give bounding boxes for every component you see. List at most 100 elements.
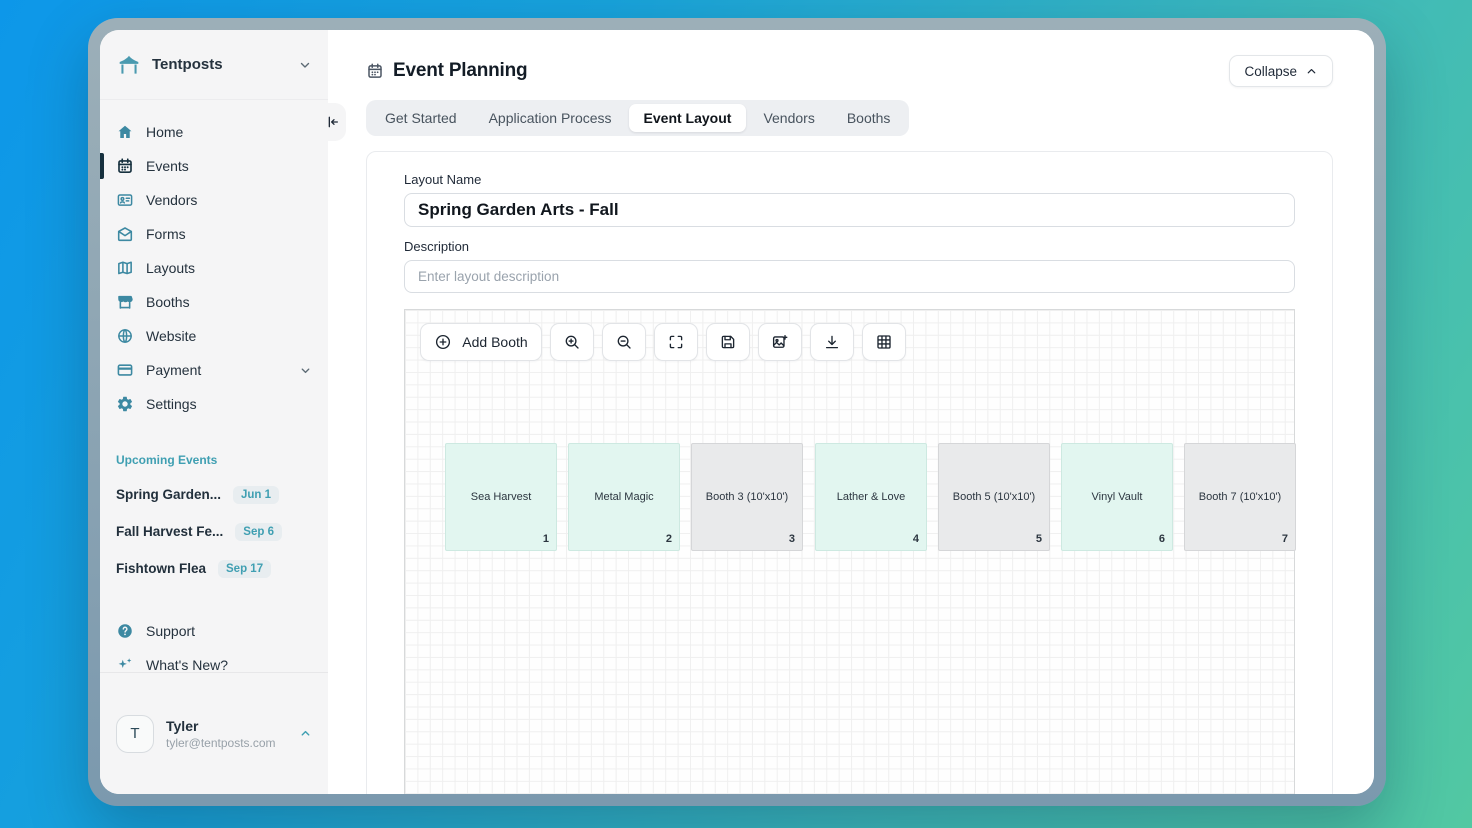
chevron-down-icon — [298, 58, 312, 72]
tab-get-started[interactable]: Get Started — [370, 104, 472, 132]
sidebar-item-booths[interactable]: Booths — [100, 285, 328, 319]
fullscreen-button[interactable] — [654, 323, 698, 361]
booth[interactable]: Booth 5 (10'x10') 5 — [938, 443, 1050, 551]
sidebar-item-label: Layouts — [146, 260, 195, 276]
upcoming-event-item[interactable]: Fishtown Flea Sep 17 — [100, 550, 328, 587]
sidebar-item-website[interactable]: Website — [100, 319, 328, 353]
avatar-initial: T — [130, 725, 139, 742]
sidebar-item-home[interactable]: Home — [100, 115, 328, 149]
zoom-out-button[interactable] — [602, 323, 646, 361]
zoom-in-button[interactable] — [550, 323, 594, 361]
booth-number: 3 — [789, 533, 795, 545]
export-image-button[interactable] — [758, 323, 802, 361]
sidebar-item-label: Settings — [146, 396, 197, 412]
booth-label: Booth 7 (10'x10') — [1199, 491, 1281, 503]
workspace-switcher[interactable]: Tentposts — [100, 30, 328, 100]
fullscreen-icon — [667, 333, 685, 351]
sidebar-item-label: Events — [146, 158, 189, 174]
booth[interactable]: Lather & Love 4 — [815, 443, 927, 551]
layout-name-input[interactable] — [404, 193, 1295, 227]
layout-name-label: Layout Name — [404, 172, 1295, 187]
device-frame: Tentposts Home Events Vendors — [88, 18, 1386, 806]
sidebar-item-payment[interactable]: Payment — [100, 353, 328, 387]
image-plus-icon — [771, 333, 789, 351]
credit-card-icon — [116, 361, 134, 379]
booth[interactable]: Metal Magic 2 — [568, 443, 680, 551]
sidebar-item-label: Support — [146, 623, 195, 639]
user-email: tyler@tentposts.com — [166, 736, 276, 750]
layout-editor-card: Layout Name Description Add Booth — [366, 151, 1333, 794]
chevron-up-icon — [1305, 65, 1318, 78]
sidebar-item-label: Website — [146, 328, 196, 344]
sidebar-item-label: Booths — [146, 294, 190, 310]
id-card-icon — [116, 191, 134, 209]
sidebar-item-whats-new[interactable]: What's New? — [100, 648, 328, 672]
booth-label: Sea Harvest — [471, 491, 532, 503]
description-label: Description — [404, 239, 1295, 254]
canvas-toolbar: Add Booth — [420, 323, 906, 361]
tab-vendors[interactable]: Vendors — [748, 104, 829, 132]
download-button[interactable] — [810, 323, 854, 361]
save-icon — [719, 333, 737, 351]
zoom-out-icon — [615, 333, 633, 351]
main-content: Event Planning Collapse Get Started Appl… — [328, 30, 1374, 794]
booth-label: Booth 5 (10'x10') — [953, 491, 1035, 503]
event-name: Spring Garden... — [116, 487, 221, 502]
sidebar-nav: Home Events Vendors Forms Layouts — [100, 100, 328, 672]
add-booth-label: Add Booth — [462, 334, 527, 350]
sidebar-collapse-icon — [325, 114, 341, 130]
sidebar-item-layouts[interactable]: Layouts — [100, 251, 328, 285]
user-info: Tyler tyler@tentposts.com — [166, 718, 276, 750]
event-date-badge: Jun 1 — [233, 486, 279, 504]
sidebar-item-settings[interactable]: Settings — [100, 387, 328, 421]
event-date-badge: Sep 6 — [235, 523, 282, 541]
layout-canvas[interactable]: Add Booth Sea Harvest 1 — [404, 309, 1295, 794]
app-window: Tentposts Home Events Vendors — [100, 30, 1374, 794]
collapse-button-label: Collapse — [1244, 64, 1297, 79]
booth-number: 4 — [913, 533, 919, 545]
sidebar-item-forms[interactable]: Forms — [100, 217, 328, 251]
chevron-down-icon — [299, 364, 312, 377]
booth-label: Metal Magic — [594, 491, 653, 503]
booth[interactable]: Vinyl Vault 6 — [1061, 443, 1173, 551]
booth-label: Booth 3 (10'x10') — [706, 491, 788, 503]
sidebar-collapse-button[interactable] — [310, 103, 346, 141]
sidebar-item-label: Home — [146, 124, 183, 140]
booth-number: 7 — [1282, 533, 1288, 545]
sidebar: Tentposts Home Events Vendors — [100, 30, 328, 794]
upcoming-events-heading: Upcoming Events — [100, 453, 328, 467]
tab-event-layout[interactable]: Event Layout — [629, 104, 747, 132]
description-input[interactable] — [404, 260, 1295, 293]
user-menu[interactable]: T Tyler tyler@tentposts.com — [100, 672, 328, 794]
download-icon — [823, 333, 841, 351]
calendar-icon — [366, 62, 384, 80]
tab-bar: Get Started Application Process Event La… — [366, 100, 909, 136]
sidebar-item-support[interactable]: Support — [100, 614, 328, 648]
sidebar-item-label: What's New? — [146, 657, 228, 672]
gear-icon — [116, 395, 134, 413]
add-booth-button[interactable]: Add Booth — [420, 323, 542, 361]
sidebar-item-vendors[interactable]: Vendors — [100, 183, 328, 217]
booth[interactable]: Booth 3 (10'x10') 3 — [691, 443, 803, 551]
sparkles-icon — [116, 656, 134, 672]
tab-booths[interactable]: Booths — [832, 104, 906, 132]
booth[interactable]: Sea Harvest 1 — [445, 443, 557, 551]
sidebar-item-label: Forms — [146, 226, 186, 242]
upcoming-events-section: Upcoming Events Spring Garden... Jun 1 F… — [100, 453, 328, 587]
save-button[interactable] — [706, 323, 750, 361]
grid-toggle-button[interactable] — [862, 323, 906, 361]
sidebar-item-events[interactable]: Events — [100, 149, 328, 183]
booth-number: 6 — [1159, 533, 1165, 545]
mail-icon — [116, 225, 134, 243]
chevron-up-icon — [299, 727, 312, 740]
booth-number: 5 — [1036, 533, 1042, 545]
store-icon — [116, 293, 134, 311]
booth-label: Lather & Love — [837, 491, 906, 503]
upcoming-event-item[interactable]: Fall Harvest Fe... Sep 6 — [100, 513, 328, 550]
avatar: T — [116, 715, 154, 753]
booth[interactable]: Booth 7 (10'x10') 7 — [1184, 443, 1296, 551]
tab-application-process[interactable]: Application Process — [474, 104, 627, 132]
home-icon — [116, 123, 134, 141]
collapse-button[interactable]: Collapse — [1229, 55, 1333, 87]
upcoming-event-item[interactable]: Spring Garden... Jun 1 — [100, 476, 328, 513]
